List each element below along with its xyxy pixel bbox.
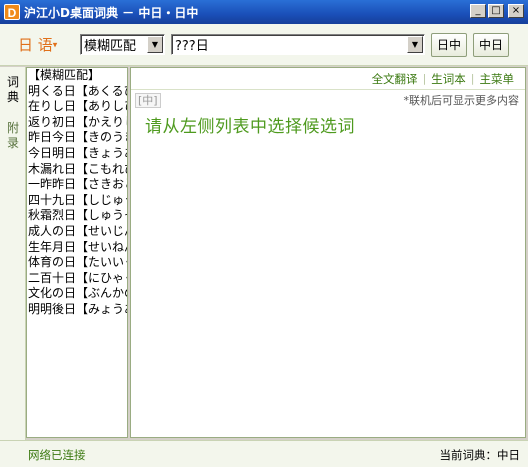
list-item[interactable]: 返り初日【かえりしょにち】 (27, 115, 127, 131)
list-item[interactable]: 生年月日【せいねんがっぴ】 (27, 240, 127, 256)
list-item[interactable]: 在りし日【ありしひ】 (27, 99, 127, 115)
full-translate-link[interactable]: 全文翻译 (367, 71, 423, 87)
language-selector[interactable]: 日 语▾ (18, 34, 72, 55)
pane-links: 全文翻译 | 生词本 | 主菜单 (131, 68, 525, 90)
list-item[interactable]: 文化の日【ぶんかのひ】 (27, 286, 127, 302)
candidate-list[interactable]: 【模糊匹配】 明くる日【あくるひ】 在りし日【ありしひ】 返り初日【かえりしょに… (26, 67, 128, 438)
japanese-chinese-button[interactable]: 日中 (431, 32, 467, 57)
definition-pane: 全文翻译 | 生词本 | 主菜单 [中] *联机后可显示更多内容 请从左侧列表中… (130, 67, 526, 438)
select-candidate-prompt: 请从左侧列表中选择候选词 (145, 117, 355, 137)
list-item[interactable]: 明くる日【あくるひ】 (27, 84, 127, 100)
window-title: 沪江小D桌面词典 － 中日・日中 (24, 5, 199, 20)
list-item[interactable]: 成人の日【せいじんのひ】 (27, 224, 127, 240)
search-input[interactable]: ???日 ▼ (171, 34, 425, 55)
chinese-japanese-button[interactable]: 中日 (473, 32, 509, 57)
list-item[interactable]: 木漏れ日【こもれび】 (27, 162, 127, 178)
tab-dictionary[interactable]: 词典 (3, 75, 23, 105)
vocabulary-book-link[interactable]: 生词本 (426, 71, 471, 87)
maximize-icon[interactable]: □ (488, 4, 504, 18)
list-item[interactable]: 四十九日【しじゅうくにち】 (27, 193, 127, 209)
online-hint: *联机后可显示更多内容 (403, 94, 520, 107)
match-mode-value: 模糊匹配 (84, 39, 137, 54)
current-dictionary: 当前词典：中日 (439, 448, 521, 462)
search-history-arrow-icon[interactable]: ▼ (407, 36, 423, 53)
status-bar: 网络已连接 当前词典：中日 (0, 440, 528, 467)
tab-appendix[interactable]: 附录 (3, 121, 23, 151)
toolbar: 日 语▾ 模糊匹配 ▼ ???日 ▼ 日中 中日 (0, 24, 528, 66)
minimize-icon[interactable]: _ (470, 4, 486, 18)
list-item[interactable]: 一昨昨日【さきおととい】 (27, 177, 127, 193)
app-logo-icon: D (4, 4, 20, 20)
language-tag: [中] (135, 92, 161, 108)
match-mode-select[interactable]: 模糊匹配 ▼ (80, 34, 165, 55)
dropdown-arrow-icon[interactable]: ▼ (147, 36, 163, 53)
search-input-value[interactable]: ???日 (172, 35, 407, 54)
list-item[interactable]: 明明後日【みょうあさって】 (27, 302, 127, 318)
window-controls: _ □ × (470, 4, 524, 18)
list-item[interactable]: 体育の日【たいいくのひ】 (27, 255, 127, 271)
list-item[interactable]: 昨日今日【きのうきょう】 (27, 130, 127, 146)
list-item[interactable]: 【模糊匹配】 (27, 68, 127, 84)
title-bar: D 沪江小D桌面词典 － 中日・日中 _ □ × (0, 0, 528, 24)
chevron-down-icon: ▾ (52, 40, 58, 51)
list-item[interactable]: 秋霜烈日【しゅうそうれつじつ】 (27, 208, 127, 224)
network-status: 网络已连接 (28, 448, 86, 462)
language-label: 日 语 (18, 36, 53, 54)
side-tabs: 词典 附录 (0, 67, 26, 440)
list-item[interactable]: 二百十日【にひゃくとおか】 (27, 271, 127, 287)
info-row: [中] *联机后可显示更多内容 (131, 90, 525, 110)
close-icon[interactable]: × (508, 4, 524, 18)
main-menu-link[interactable]: 主菜单 (475, 71, 520, 87)
list-item[interactable]: 今日明日【きょうあす】 (27, 146, 127, 162)
